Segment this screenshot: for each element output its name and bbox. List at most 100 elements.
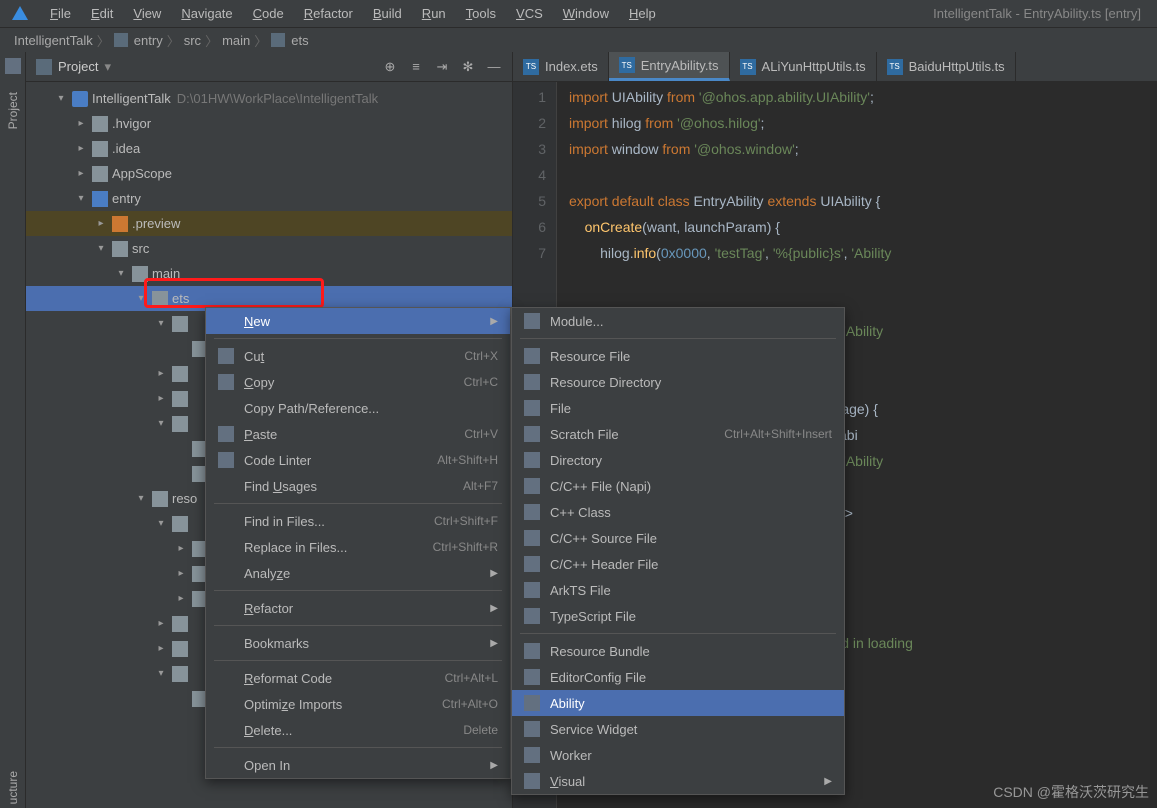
ctx-code-linter[interactable]: Code LinterAlt+Shift+H <box>206 447 510 473</box>
ctx-reformat-code[interactable]: Reformat CodeCtrl+Alt+L <box>206 665 510 691</box>
breadcrumb-item[interactable]: main <box>222 33 250 48</box>
chevron-icon[interactable]: ▸ <box>174 543 188 554</box>
structure-tool-tab[interactable]: ucture <box>4 767 22 808</box>
tree-row[interactable]: ▸AppScope <box>26 161 512 186</box>
menu-help[interactable]: Help <box>619 4 666 23</box>
tree-row[interactable]: ▸.hvigor <box>26 111 512 136</box>
tree-row[interactable]: ▾main <box>26 261 512 286</box>
sort-icon[interactable]: ≡ <box>408 59 424 75</box>
ctx-find-usages[interactable]: Find UsagesAlt+F7 <box>206 473 510 499</box>
ctx-c-c-file-napi-[interactable]: C/C++ File (Napi) <box>512 473 844 499</box>
editor-tab[interactable]: TSBaiduHttpUtils.ts <box>877 52 1016 81</box>
settings-icon[interactable]: ✻ <box>460 59 476 75</box>
ctx-module-[interactable]: Module... <box>512 308 844 334</box>
breadcrumb-item[interactable]: ets <box>291 33 308 48</box>
tree-row[interactable]: ▾src <box>26 236 512 261</box>
ctx-paste[interactable]: PasteCtrl+V <box>206 421 510 447</box>
new-submenu[interactable]: Module... Resource FileResource Directory… <box>511 307 845 795</box>
ctx-open-in[interactable]: Open In▶ <box>206 752 510 778</box>
ctx-c-c-header-file[interactable]: C/C++ Header File <box>512 551 844 577</box>
hide-icon[interactable]: — <box>486 59 502 75</box>
ctx-analyze[interactable]: Analyze▶ <box>206 560 510 586</box>
ctx-refactor[interactable]: Refactor▶ <box>206 595 510 621</box>
ctx-optimize-imports[interactable]: Optimize ImportsCtrl+Alt+O <box>206 691 510 717</box>
menu-build[interactable]: Build <box>363 4 412 23</box>
menu-code[interactable]: Code <box>243 4 294 23</box>
chevron-icon[interactable]: ▾ <box>54 93 68 104</box>
tree-row[interactable]: ▸.preview <box>26 211 512 236</box>
editor-tab[interactable]: TSEntryAbility.ts <box>609 52 730 81</box>
paste-icon <box>218 426 234 442</box>
chevron-icon[interactable]: ▸ <box>74 143 88 154</box>
ctx-scratch-file[interactable]: Scratch FileCtrl+Alt+Shift+Insert <box>512 421 844 447</box>
chevron-icon[interactable]: ▸ <box>74 168 88 179</box>
breadcrumb-item[interactable]: src <box>184 33 201 48</box>
menu-navigate[interactable]: Navigate <box>171 4 242 23</box>
chevron-icon[interactable]: ▸ <box>154 393 168 404</box>
menu-run[interactable]: Run <box>412 4 456 23</box>
menu-vcs[interactable]: VCS <box>506 4 553 23</box>
panel-mode[interactable]: Project <box>58 59 98 74</box>
chevron-icon[interactable]: ▾ <box>134 493 148 504</box>
chevron-icon[interactable]: ▾ <box>154 418 168 429</box>
chevron-icon[interactable]: ▾ <box>94 243 108 254</box>
ctx-service-widget[interactable]: Service Widget <box>512 716 844 742</box>
folder-icon <box>172 316 188 332</box>
ctx-new[interactable]: New▶ <box>206 308 510 334</box>
editor-tab[interactable]: TSALiYunHttpUtils.ts <box>730 52 877 81</box>
ctx-replace-in-files-[interactable]: Replace in Files...Ctrl+Shift+R <box>206 534 510 560</box>
tree-row[interactable]: ▾entry <box>26 186 512 211</box>
ctx-arkts-file[interactable]: ArkTS File <box>512 577 844 603</box>
breadcrumb-item[interactable]: entry <box>134 33 163 48</box>
breadcrumb-item[interactable]: IntelligentTalk <box>14 33 93 48</box>
ctx-resource-directory[interactable]: Resource Directory <box>512 369 844 395</box>
menu-file[interactable]: File <box>40 4 81 23</box>
context-menu[interactable]: New▶ CutCtrl+XCopyCtrl+CCopy Path/Referen… <box>205 307 511 779</box>
menu-tools[interactable]: Tools <box>456 4 506 23</box>
tree-row[interactable]: ▸.idea <box>26 136 512 161</box>
chevron-icon[interactable]: ▸ <box>174 568 188 579</box>
chevron-icon[interactable]: ▾ <box>154 518 168 529</box>
tree-row[interactable]: ▾IntelligentTalkD:\01HW\WorkPlace\Intell… <box>26 86 512 111</box>
ctx-directory[interactable]: Directory <box>512 447 844 473</box>
chevron-icon[interactable]: ▸ <box>154 368 168 379</box>
editor-tab[interactable]: TSIndex.ets <box>513 52 609 81</box>
ctx-find-in-files-[interactable]: Find in Files...Ctrl+Shift+F <box>206 508 510 534</box>
ctx-delete-[interactable]: Delete...Delete <box>206 717 510 743</box>
chevron-icon[interactable]: ▾ <box>154 668 168 679</box>
chevron-icon[interactable]: ▸ <box>94 218 108 229</box>
ctx-resource-file[interactable]: Resource File <box>512 343 844 369</box>
chevron-icon[interactable]: ▸ <box>154 643 168 654</box>
chevron-icon[interactable]: ▾ <box>154 318 168 329</box>
tab-label: EntryAbility.ts <box>641 58 719 73</box>
ctx-editorconfig-file[interactable]: EditorConfig File <box>512 664 844 690</box>
ctx-ability[interactable]: Ability <box>512 690 844 716</box>
ctx-copy[interactable]: CopyCtrl+C <box>206 369 510 395</box>
ctx-bookmarks[interactable]: Bookmarks▶ <box>206 630 510 656</box>
chevron-icon[interactable]: ▾ <box>114 268 128 279</box>
menu-edit[interactable]: Edit <box>81 4 123 23</box>
chevron-icon[interactable]: ▾ <box>74 193 88 204</box>
chevron-icon[interactable]: ▾ <box>134 293 148 304</box>
ctx-worker[interactable]: Worker <box>512 742 844 768</box>
shortcut: Ctrl+Shift+R <box>433 540 498 554</box>
locate-icon[interactable]: ⊕ <box>382 59 398 75</box>
menu-refactor[interactable]: Refactor <box>294 4 363 23</box>
ctx-c-c-source-file[interactable]: C/C++ Source File <box>512 525 844 551</box>
chevron-icon[interactable]: ▸ <box>154 618 168 629</box>
ctx-resource-bundle[interactable]: Resource Bundle <box>512 638 844 664</box>
ctx-c-class[interactable]: C++ Class <box>512 499 844 525</box>
ctx-typescript-file[interactable]: TypeScript File <box>512 603 844 629</box>
project-tool-icon[interactable] <box>5 58 21 74</box>
chevron-down-icon[interactable]: ▾ <box>104 59 111 75</box>
menu-window[interactable]: Window <box>553 4 619 23</box>
ctx-file[interactable]: File <box>512 395 844 421</box>
ctx-visual[interactable]: Visual▶ <box>512 768 844 794</box>
ctx-copy-path-reference-[interactable]: Copy Path/Reference... <box>206 395 510 421</box>
project-tool-tab[interactable]: Project <box>4 88 22 133</box>
ctx-cut[interactable]: CutCtrl+X <box>206 343 510 369</box>
menu-view[interactable]: View <box>123 4 171 23</box>
chevron-icon[interactable]: ▸ <box>174 593 188 604</box>
collapse-icon[interactable]: ⇥ <box>434 59 450 75</box>
chevron-icon[interactable]: ▸ <box>74 118 88 129</box>
